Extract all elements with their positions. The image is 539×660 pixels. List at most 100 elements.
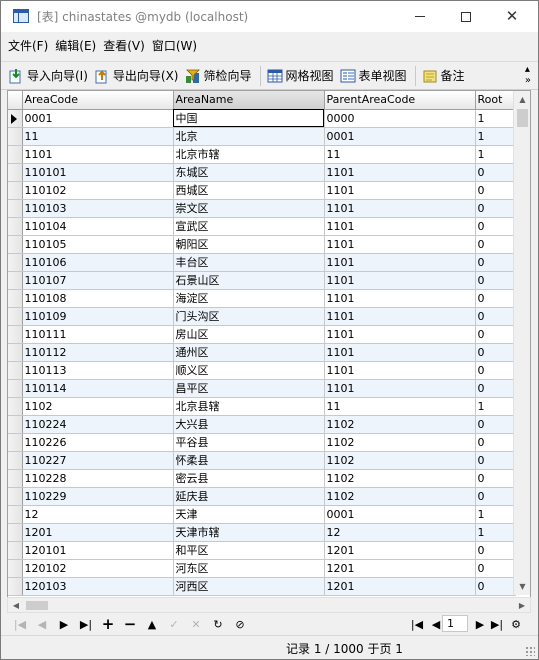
row-selector[interactable] — [8, 127, 23, 146]
cell-areacode[interactable]: 1101 — [22, 145, 174, 164]
menu-file[interactable]: 文件(F) — [8, 35, 48, 56]
cell-areaname[interactable]: 北京县辖 — [173, 397, 325, 416]
cell-areaname[interactable]: 北京市辖 — [173, 145, 325, 164]
filter-wizard-button[interactable]: 筛检向导 — [185, 64, 252, 88]
column-header-root[interactable]: Root — [475, 91, 516, 110]
table-row[interactable]: 110102 西城区 1101 0 — [8, 181, 516, 200]
vertical-scrollbar[interactable]: ▲ ▼ — [513, 91, 530, 595]
import-wizard-button[interactable]: 导入向导(I) — [8, 64, 88, 88]
cell-parentareacode[interactable]: 1102 — [324, 469, 476, 488]
row-selector[interactable] — [8, 523, 23, 542]
cell-areaname[interactable]: 宣武区 — [173, 217, 325, 236]
cell-areaname[interactable]: 密云县 — [173, 469, 325, 488]
cell-parentareacode[interactable]: 1101 — [324, 325, 476, 344]
table-row[interactable]: 12 天津 0001 1 — [8, 505, 516, 524]
row-selector[interactable] — [8, 505, 23, 524]
row-selector[interactable] — [8, 469, 23, 488]
cell-root[interactable]: 1 — [475, 397, 516, 416]
last-page-icon[interactable]: ▶| — [488, 613, 506, 635]
cell-root[interactable]: 0 — [475, 559, 516, 578]
row-selector[interactable] — [8, 325, 23, 344]
cell-parentareacode[interactable]: 1101 — [324, 181, 476, 200]
cell-parentareacode[interactable]: 1101 — [324, 361, 476, 380]
table-row[interactable]: 120102 河东区 1201 0 — [8, 559, 516, 578]
horizontal-scrollbar[interactable]: ◀ ▶ — [7, 597, 531, 613]
cell-areaname[interactable]: 大兴县 — [173, 415, 325, 434]
scroll-right-icon[interactable]: ▶ — [514, 598, 530, 613]
resize-grip-icon[interactable] — [525, 646, 535, 656]
cell-root[interactable]: 0 — [475, 541, 516, 560]
column-header-parentareacode[interactable]: ParentAreaCode — [324, 91, 476, 110]
cell-areaname[interactable]: 怀柔县 — [173, 451, 325, 470]
cell-parentareacode[interactable]: 1201 — [324, 559, 476, 578]
cell-parentareacode[interactable]: 1102 — [324, 415, 476, 434]
cell-parentareacode[interactable]: 12 — [324, 523, 476, 542]
row-selector[interactable] — [8, 307, 23, 326]
cell-parentareacode[interactable]: 11 — [324, 145, 476, 164]
cell-parentareacode[interactable]: 1101 — [324, 271, 476, 290]
cell-areaname[interactable]: 东城区 — [173, 163, 325, 182]
table-row[interactable]: 120103 河西区 1201 0 — [8, 577, 516, 596]
table-row[interactable]: 110106 丰台区 1101 0 — [8, 253, 516, 272]
close-button[interactable]: ✕ — [489, 1, 535, 32]
table-row[interactable]: 110105 朝阳区 1101 0 — [8, 235, 516, 254]
table-row[interactable]: 120101 和平区 1201 0 — [8, 541, 516, 560]
cell-areaname[interactable]: 河东区 — [173, 559, 325, 578]
cell-root[interactable]: 0 — [475, 469, 516, 488]
table-row[interactable]: 1101 北京市辖 11 1 — [8, 145, 516, 164]
table-row[interactable]: 110108 海淀区 1101 0 — [8, 289, 516, 308]
cell-areacode[interactable]: 120103 — [22, 577, 174, 596]
table-row[interactable]: 110227 怀柔县 1102 0 — [8, 451, 516, 470]
row-selector[interactable] — [8, 253, 23, 272]
apply-changes-icon[interactable]: ✓ — [163, 614, 185, 634]
row-selector[interactable] — [8, 379, 23, 398]
cell-root[interactable]: 0 — [475, 217, 516, 236]
discard-changes-icon[interactable]: ✕ — [185, 614, 207, 634]
cell-root[interactable]: 0 — [475, 163, 516, 182]
cell-parentareacode[interactable]: 1101 — [324, 199, 476, 218]
previous-record-icon[interactable]: ◀ — [31, 614, 53, 634]
cell-root[interactable]: 0 — [475, 343, 516, 362]
cell-areacode[interactable]: 110108 — [22, 289, 174, 308]
cell-areacode[interactable]: 11 — [22, 127, 174, 146]
cell-areacode[interactable]: 110107 — [22, 271, 174, 290]
cell-areacode[interactable]: 110224 — [22, 415, 174, 434]
cell-areaname[interactable]: 河西区 — [173, 577, 325, 596]
minimize-button[interactable] — [397, 1, 443, 32]
row-selector[interactable] — [8, 199, 23, 218]
cell-parentareacode[interactable]: 1101 — [324, 289, 476, 308]
cell-areacode[interactable]: 1102 — [22, 397, 174, 416]
cell-areaname[interactable]: 和平区 — [173, 541, 325, 560]
scroll-left-icon[interactable]: ◀ — [8, 598, 24, 613]
row-selector[interactable] — [8, 433, 23, 452]
table-row[interactable]: 110228 密云县 1102 0 — [8, 469, 516, 488]
cell-parentareacode[interactable]: 0001 — [324, 505, 476, 524]
table-row[interactable]: 0001 中国 0000 1 — [8, 109, 516, 128]
cell-parentareacode[interactable]: 1101 — [324, 235, 476, 254]
row-selector[interactable] — [8, 109, 23, 128]
next-page-icon[interactable]: ▶ — [471, 613, 489, 635]
cell-areaname[interactable]: 北京 — [173, 127, 325, 146]
cell-parentareacode[interactable]: 1102 — [324, 451, 476, 470]
table-row[interactable]: 110107 石景山区 1101 0 — [8, 271, 516, 290]
cell-areacode[interactable]: 110114 — [22, 379, 174, 398]
refresh-icon[interactable]: ↻ — [207, 614, 229, 634]
row-selector[interactable] — [8, 559, 23, 578]
cell-areaname[interactable]: 天津 — [173, 505, 325, 524]
cell-root[interactable]: 0 — [475, 289, 516, 308]
page-settings-icon[interactable]: ⚙ — [507, 613, 525, 635]
cell-areacode[interactable]: 110104 — [22, 217, 174, 236]
cell-parentareacode[interactable]: 1101 — [324, 253, 476, 272]
row-selector[interactable] — [8, 397, 23, 416]
cell-root[interactable]: 0 — [475, 577, 516, 596]
row-selector[interactable] — [8, 181, 23, 200]
cell-areacode[interactable]: 12 — [22, 505, 174, 524]
row-selector[interactable] — [8, 361, 23, 380]
cell-areacode[interactable]: 110103 — [22, 199, 174, 218]
cell-areacode[interactable]: 110228 — [22, 469, 174, 488]
cell-areaname[interactable]: 昌平区 — [173, 379, 325, 398]
cell-root[interactable]: 1 — [475, 145, 516, 164]
column-header-areacode[interactable]: AreaCode — [22, 91, 174, 110]
cell-root[interactable]: 0 — [475, 325, 516, 344]
cell-root[interactable]: 0 — [475, 433, 516, 452]
